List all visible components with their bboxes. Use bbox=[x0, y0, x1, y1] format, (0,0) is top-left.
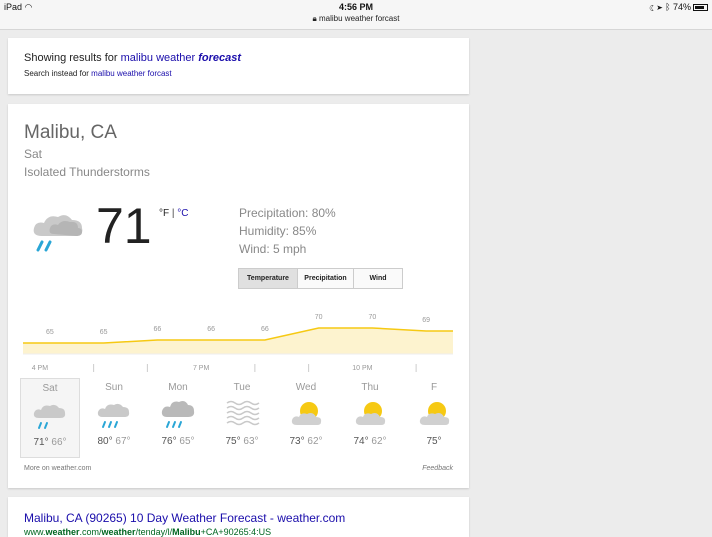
precipitation-stat: Precipitation: 80% bbox=[239, 206, 336, 220]
status-right: ☾ ➤ ᛒ 74% bbox=[649, 2, 708, 12]
fog-icon bbox=[212, 397, 272, 434]
forecast-low: 66° bbox=[51, 437, 67, 448]
forecast-day-name: Thu bbox=[361, 382, 379, 393]
forecast-high: 74° bbox=[353, 436, 372, 447]
partly-sunny-icon bbox=[404, 397, 464, 434]
temperature-label: 70 bbox=[368, 314, 376, 321]
temperature-label: 70 bbox=[315, 314, 323, 321]
weather-card: Malibu, CA Sat Isolated Thunderstorms 71… bbox=[8, 104, 469, 488]
rain-icon bbox=[148, 397, 208, 434]
temperature-label: 66 bbox=[153, 326, 161, 333]
partly-sunny-icon bbox=[340, 397, 400, 434]
battery-icon bbox=[693, 4, 708, 12]
forecast-temps: 73° 62° bbox=[276, 436, 336, 447]
more-weather-link[interactable]: More on weather.com bbox=[24, 465, 91, 472]
time-tick-label: 4 PM bbox=[32, 365, 49, 372]
moon-icon: ☾ bbox=[649, 2, 655, 12]
forecast-low: 62° bbox=[371, 436, 387, 447]
bluetooth-icon: ᛒ bbox=[665, 2, 671, 12]
correction-line: Showing results for malibu weather forec… bbox=[24, 52, 469, 64]
corrected-query-link[interactable]: malibu weather forecast bbox=[121, 52, 241, 64]
temperature-label: 66 bbox=[261, 326, 269, 333]
search-result: Malibu, CA (90265) 10 Day Weather Foreca… bbox=[8, 497, 469, 537]
forecast-day-name: Tue bbox=[233, 382, 251, 393]
temperature-chart: 65 65 66 66 66 70 70 69 4 PM 7 PM 10 PM bbox=[23, 314, 453, 372]
time-tick-label: 10 PM bbox=[352, 365, 372, 372]
correction-prefix: Showing results for bbox=[24, 52, 118, 64]
forecast-temps: 75° 63° bbox=[212, 436, 272, 447]
forecast-temps: 71° 66° bbox=[21, 437, 79, 448]
chart-tabs: Temperature Precipitation Wind bbox=[238, 268, 403, 289]
address-text: malibu weather forcast bbox=[319, 14, 400, 23]
forecast-day-name: Sun bbox=[105, 382, 123, 393]
forecast-day-name: Mon bbox=[168, 382, 188, 393]
unit-fahrenheit[interactable]: °F bbox=[159, 208, 169, 219]
thunderstorm-icon bbox=[21, 398, 79, 435]
forecast-day-name: Sat bbox=[42, 383, 58, 394]
temperature-label: 65 bbox=[46, 329, 54, 336]
original-query-link[interactable]: malibu weather forcast bbox=[91, 69, 171, 78]
weather-condition: Isolated Thunderstorms bbox=[24, 165, 150, 179]
unit-toggle: °F | °C bbox=[159, 208, 189, 219]
instead-prefix: Search instead for bbox=[24, 69, 89, 78]
search-instead-line: Search instead for malibu weather forcas… bbox=[24, 69, 469, 78]
temperature-label: 65 bbox=[100, 329, 108, 336]
forecast-low: 65° bbox=[179, 436, 195, 447]
forecast-day-5[interactable]: Thu 74° 62° bbox=[340, 378, 400, 447]
tab-wind[interactable]: Wind bbox=[353, 268, 403, 289]
temperature-label: 69 bbox=[422, 317, 430, 324]
forecast-day-4[interactable]: Wed 73° 62° bbox=[276, 378, 336, 447]
temperature-label: 66 bbox=[207, 326, 215, 333]
forecast-high: 71° bbox=[33, 437, 52, 448]
humidity-stat: Humidity: 85% bbox=[239, 224, 317, 238]
forecast-high: 76° bbox=[161, 436, 180, 447]
forecast-temps: 76° 65° bbox=[148, 436, 208, 447]
partly-cloudy-rain-icon bbox=[84, 397, 144, 434]
forecast-day-name: F bbox=[430, 382, 438, 393]
address-bar[interactable]: 🔒︎ malibu weather forcast bbox=[0, 14, 712, 24]
forecast-high: 80° bbox=[97, 436, 116, 447]
tab-precipitation[interactable]: Precipitation bbox=[297, 268, 354, 289]
feedback-link[interactable]: Feedback bbox=[422, 465, 453, 472]
forecast-low: 67° bbox=[115, 436, 131, 447]
wind-stat: Wind: 5 mph bbox=[239, 242, 307, 256]
status-time: 4:56 PM bbox=[338, 2, 373, 12]
time-tick-label: 7 PM bbox=[193, 365, 210, 372]
thunderstorm-icon bbox=[33, 215, 83, 252]
forecast-day-6[interactable]: F 75° bbox=[404, 378, 464, 447]
forecast-temps: 75° bbox=[404, 436, 464, 447]
unit-celsius[interactable]: °C bbox=[177, 208, 188, 219]
battery-percent: 74% bbox=[672, 2, 691, 12]
status-bar: iPad ◠ 4:56 PM 🔒︎ malibu weather forcast… bbox=[0, 0, 712, 30]
weather-location: Malibu, CA bbox=[24, 122, 117, 143]
forecast-day-3[interactable]: Tue 75° 63° bbox=[212, 378, 272, 447]
result-url: www.weather.com/weather/tenday/l/Malibu+… bbox=[24, 527, 272, 537]
current-temperature: 71 bbox=[96, 198, 152, 254]
forecast-high: 75° bbox=[225, 436, 244, 447]
forecast-day-0[interactable]: Sat 71° 66° bbox=[20, 378, 80, 458]
forecast-temps: 80° 67° bbox=[84, 436, 144, 447]
spelling-correction-card: Showing results for malibu weather forec… bbox=[8, 38, 469, 94]
weather-day: Sat bbox=[24, 147, 43, 161]
forecast-high: 73° bbox=[289, 436, 308, 447]
forecast-low: 62° bbox=[307, 436, 323, 447]
unit-separator: | bbox=[171, 208, 175, 219]
result-title-link[interactable]: Malibu, CA (90265) 10 Day Weather Foreca… bbox=[24, 511, 469, 525]
forecast-day-name: Wed bbox=[295, 382, 317, 393]
forecast-day-2[interactable]: Mon 76° 65° bbox=[148, 378, 208, 447]
temperature-area bbox=[23, 328, 453, 354]
forecast-day-1[interactable]: Sun 80° 67° bbox=[84, 378, 144, 447]
lock-icon: 🔒︎ bbox=[312, 14, 317, 23]
forecast-temps: 74° 62° bbox=[340, 436, 400, 447]
forecast-high: 75° bbox=[426, 436, 442, 447]
tab-temperature[interactable]: Temperature bbox=[238, 268, 298, 289]
location-arrow-icon: ➤ bbox=[657, 2, 663, 12]
forecast-low: 63° bbox=[243, 436, 259, 447]
partly-sunny-icon bbox=[276, 397, 336, 434]
